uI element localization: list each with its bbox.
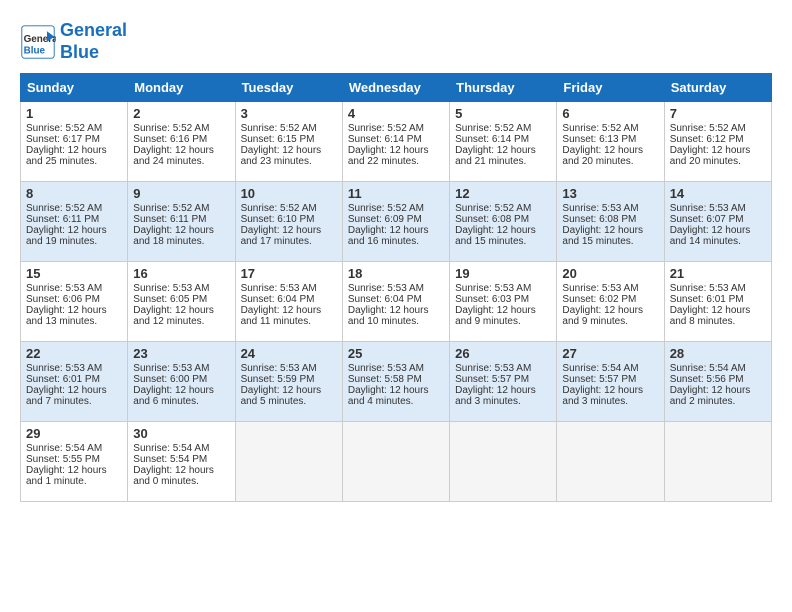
calendar-day-30: 30Sunrise: 5:54 AMSunset: 5:54 PMDayligh… xyxy=(128,422,235,502)
calendar-week-3: 15Sunrise: 5:53 AMSunset: 6:06 PMDayligh… xyxy=(21,262,772,342)
calendar-day-empty xyxy=(557,422,664,502)
weekday-header-friday: Friday xyxy=(557,74,664,102)
weekday-header-row: SundayMondayTuesdayWednesdayThursdayFrid… xyxy=(21,74,772,102)
logo-name: GeneralBlue xyxy=(60,20,127,63)
calendar-week-5: 29Sunrise: 5:54 AMSunset: 5:55 PMDayligh… xyxy=(21,422,772,502)
day-number: 15 xyxy=(26,266,122,281)
calendar-week-4: 22Sunrise: 5:53 AMSunset: 6:01 PMDayligh… xyxy=(21,342,772,422)
calendar-day-25: 25Sunrise: 5:53 AMSunset: 5:58 PMDayligh… xyxy=(342,342,449,422)
calendar-day-29: 29Sunrise: 5:54 AMSunset: 5:55 PMDayligh… xyxy=(21,422,128,502)
day-number: 11 xyxy=(348,186,444,201)
day-number: 8 xyxy=(26,186,122,201)
logo-icon: General Blue xyxy=(20,24,56,60)
calendar-day-26: 26Sunrise: 5:53 AMSunset: 5:57 PMDayligh… xyxy=(450,342,557,422)
day-number: 1 xyxy=(26,106,122,121)
weekday-header-wednesday: Wednesday xyxy=(342,74,449,102)
day-number: 6 xyxy=(562,106,658,121)
weekday-header-monday: Monday xyxy=(128,74,235,102)
calendar-table: SundayMondayTuesdayWednesdayThursdayFrid… xyxy=(20,73,772,502)
day-number: 22 xyxy=(26,346,122,361)
day-number: 14 xyxy=(670,186,766,201)
calendar-week-2: 8Sunrise: 5:52 AMSunset: 6:11 PMDaylight… xyxy=(21,182,772,262)
calendar-day-4: 4Sunrise: 5:52 AMSunset: 6:14 PMDaylight… xyxy=(342,102,449,182)
weekday-header-saturday: Saturday xyxy=(664,74,771,102)
calendar-day-5: 5Sunrise: 5:52 AMSunset: 6:14 PMDaylight… xyxy=(450,102,557,182)
calendar-day-7: 7Sunrise: 5:52 AMSunset: 6:12 PMDaylight… xyxy=(664,102,771,182)
day-number: 27 xyxy=(562,346,658,361)
day-number: 18 xyxy=(348,266,444,281)
day-number: 26 xyxy=(455,346,551,361)
day-number: 13 xyxy=(562,186,658,201)
calendar-day-16: 16Sunrise: 5:53 AMSunset: 6:05 PMDayligh… xyxy=(128,262,235,342)
calendar-day-empty xyxy=(342,422,449,502)
day-number: 17 xyxy=(241,266,337,281)
calendar-day-12: 12Sunrise: 5:52 AMSunset: 6:08 PMDayligh… xyxy=(450,182,557,262)
day-number: 5 xyxy=(455,106,551,121)
calendar-day-18: 18Sunrise: 5:53 AMSunset: 6:04 PMDayligh… xyxy=(342,262,449,342)
day-number: 12 xyxy=(455,186,551,201)
day-number: 20 xyxy=(562,266,658,281)
calendar-day-empty xyxy=(664,422,771,502)
calendar-day-empty xyxy=(235,422,342,502)
day-number: 16 xyxy=(133,266,229,281)
weekday-header-tuesday: Tuesday xyxy=(235,74,342,102)
day-number: 25 xyxy=(348,346,444,361)
day-number: 3 xyxy=(241,106,337,121)
header: General Blue GeneralBlue xyxy=(20,20,772,63)
day-number: 2 xyxy=(133,106,229,121)
calendar-day-14: 14Sunrise: 5:53 AMSunset: 6:07 PMDayligh… xyxy=(664,182,771,262)
calendar-day-2: 2Sunrise: 5:52 AMSunset: 6:16 PMDaylight… xyxy=(128,102,235,182)
calendar-day-28: 28Sunrise: 5:54 AMSunset: 5:56 PMDayligh… xyxy=(664,342,771,422)
calendar-day-3: 3Sunrise: 5:52 AMSunset: 6:15 PMDaylight… xyxy=(235,102,342,182)
day-number: 24 xyxy=(241,346,337,361)
calendar-day-6: 6Sunrise: 5:52 AMSunset: 6:13 PMDaylight… xyxy=(557,102,664,182)
day-number: 19 xyxy=(455,266,551,281)
calendar-day-20: 20Sunrise: 5:53 AMSunset: 6:02 PMDayligh… xyxy=(557,262,664,342)
calendar-day-9: 9Sunrise: 5:52 AMSunset: 6:11 PMDaylight… xyxy=(128,182,235,262)
calendar-day-19: 19Sunrise: 5:53 AMSunset: 6:03 PMDayligh… xyxy=(450,262,557,342)
calendar-day-empty xyxy=(450,422,557,502)
weekday-header-thursday: Thursday xyxy=(450,74,557,102)
day-number: 23 xyxy=(133,346,229,361)
weekday-header-sunday: Sunday xyxy=(21,74,128,102)
calendar-day-27: 27Sunrise: 5:54 AMSunset: 5:57 PMDayligh… xyxy=(557,342,664,422)
calendar-day-13: 13Sunrise: 5:53 AMSunset: 6:08 PMDayligh… xyxy=(557,182,664,262)
calendar-day-11: 11Sunrise: 5:52 AMSunset: 6:09 PMDayligh… xyxy=(342,182,449,262)
calendar-day-1: 1Sunrise: 5:52 AMSunset: 6:17 PMDaylight… xyxy=(21,102,128,182)
day-number: 30 xyxy=(133,426,229,441)
svg-text:Blue: Blue xyxy=(24,45,46,56)
calendar-day-15: 15Sunrise: 5:53 AMSunset: 6:06 PMDayligh… xyxy=(21,262,128,342)
calendar-day-10: 10Sunrise: 5:52 AMSunset: 6:10 PMDayligh… xyxy=(235,182,342,262)
calendar-day-21: 21Sunrise: 5:53 AMSunset: 6:01 PMDayligh… xyxy=(664,262,771,342)
day-number: 21 xyxy=(670,266,766,281)
calendar-day-22: 22Sunrise: 5:53 AMSunset: 6:01 PMDayligh… xyxy=(21,342,128,422)
day-number: 9 xyxy=(133,186,229,201)
calendar-day-23: 23Sunrise: 5:53 AMSunset: 6:00 PMDayligh… xyxy=(128,342,235,422)
logo: General Blue GeneralBlue xyxy=(20,20,127,63)
calendar-day-17: 17Sunrise: 5:53 AMSunset: 6:04 PMDayligh… xyxy=(235,262,342,342)
day-number: 7 xyxy=(670,106,766,121)
calendar-week-1: 1Sunrise: 5:52 AMSunset: 6:17 PMDaylight… xyxy=(21,102,772,182)
calendar-day-24: 24Sunrise: 5:53 AMSunset: 5:59 PMDayligh… xyxy=(235,342,342,422)
day-number: 10 xyxy=(241,186,337,201)
day-number: 4 xyxy=(348,106,444,121)
day-number: 29 xyxy=(26,426,122,441)
calendar-day-8: 8Sunrise: 5:52 AMSunset: 6:11 PMDaylight… xyxy=(21,182,128,262)
day-number: 28 xyxy=(670,346,766,361)
